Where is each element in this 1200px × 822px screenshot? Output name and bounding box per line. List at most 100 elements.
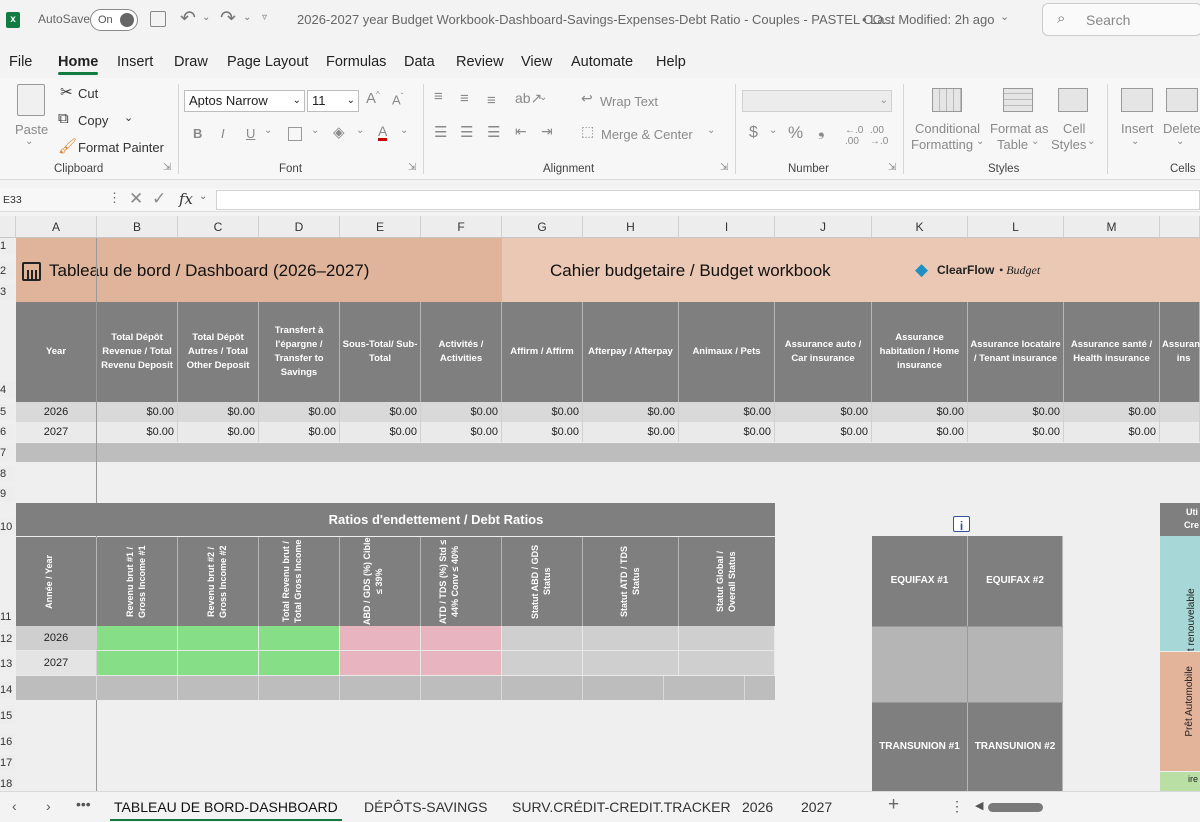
tab-home[interactable]: Home [58,54,99,75]
summary-value-cell[interactable]: $0.00 [502,402,583,422]
merge-dropdown-icon[interactable]: ⌄ [707,125,715,136]
debt-value-cell[interactable] [679,626,775,651]
row-header-17[interactable]: 17 [0,755,15,771]
summary-value-cell[interactable]: $0.00 [502,422,583,442]
column-header-j[interactable]: J [775,216,872,238]
align-top-icon[interactable]: ≡ [434,88,443,105]
decrease-indent-icon[interactable]: ⇤ [515,123,527,140]
row-header-3[interactable]: 3 [0,284,15,300]
orientation-dropdown-icon[interactable]: ⌄ [539,92,547,103]
cancel-icon[interactable]: ✕ [129,189,143,209]
row-header-5[interactable]: 5 [0,404,15,420]
hscroll-left-icon[interactable]: ◀ [975,799,983,812]
name-box[interactable]: E33 [0,188,100,212]
debt-value-cell[interactable] [421,651,502,676]
borders-icon[interactable] [288,127,302,141]
row-header-7[interactable]: 7 [0,445,15,461]
tab-automate[interactable]: Automate [571,54,633,70]
alignment-launcher-icon[interactable]: ⇲ [720,162,728,173]
debt-value-cell[interactable] [679,651,775,676]
summary-value-cell[interactable]: $0.00 [775,402,872,422]
debt-year-cell[interactable]: 2026 [16,626,97,651]
header-transfer-savings[interactable]: Transfert à l'épargne / Transfer to Savi… [259,302,340,402]
fill-color-dropdown-icon[interactable]: ⌄ [356,125,364,136]
debt-value-cell[interactable] [259,651,340,676]
font-family-select[interactable]: Aptos Narrow ⌄ [184,90,305,112]
summary-edge-cell[interactable] [1160,402,1200,422]
conditional-dropdown-icon[interactable]: ⌄ [976,136,984,147]
debt-value-cell[interactable] [502,626,583,651]
increase-decimal-icon[interactable]: ←.0.00 [845,125,863,147]
summary-value-cell[interactable]: $0.00 [178,422,259,442]
column-header-c[interactable]: C [178,216,259,238]
debt-header-overall-status[interactable]: Statut Global / Overall Status [679,537,775,626]
cell-styles-sub[interactable]: Styles [1051,137,1086,152]
row-header-14[interactable]: 14 [0,682,15,698]
column-header-h[interactable]: H [583,216,679,238]
paste-dropdown-icon[interactable]: ⌄ [25,136,33,147]
debt-header-gross-income-2[interactable]: Revenu brut #2 / Gross Income #2 [178,537,259,626]
autosave-toggle[interactable]: On [90,9,138,31]
row-header-12[interactable]: 12 [0,631,15,647]
number-launcher-icon[interactable]: ⇲ [888,162,896,173]
debt-value-cell[interactable] [178,626,259,651]
header-total-other-deposit[interactable]: Total Dépôt Autres / Total Other Deposit [178,302,259,402]
row-header-18[interactable]: 18 [0,776,15,791]
scroll-tabs-left-icon[interactable]: ‹ [12,798,17,814]
side-header-utilization[interactable]: Uti Cre [1160,503,1200,536]
decrease-decimal-icon[interactable]: .00 →.0 [870,125,888,147]
header-activities[interactable]: Activités / Activities [421,302,502,402]
column-header-n[interactable] [1160,216,1200,238]
debt-header-gds[interactable]: ABD / GDS (%) Cible ≤ 39% [340,537,421,626]
column-header-k[interactable]: K [872,216,968,238]
summary-value-cell[interactable]: $0.00 [1064,402,1160,422]
summary-value-cell[interactable]: $0.00 [1064,422,1160,442]
summary-value-cell[interactable]: $0.00 [259,422,340,442]
row-header-6[interactable]: 6 [0,424,15,440]
summary-year-cell[interactable]: 2026 [16,402,97,422]
row-header-1[interactable]: 1 [0,238,15,254]
paste-icon[interactable] [17,84,45,116]
add-sheet-icon[interactable]: + [888,794,899,816]
debt-value-cell[interactable] [421,626,502,651]
workbook-title-cell[interactable]: Cahier budgetaire / Budget workbook ◆ Cl… [502,238,1200,302]
column-header-a[interactable]: A [16,216,97,238]
summary-value-cell[interactable]: $0.00 [679,402,775,422]
row-header-4[interactable]: 4 [0,382,15,398]
font-color-dropdown-icon[interactable]: ⌄ [400,125,408,136]
italic-icon[interactable]: I [221,126,225,141]
side-auto-loan[interactable]: Prêt Automobile [1160,652,1200,771]
undo-icon[interactable]: ↶ [180,7,196,30]
decrease-font-icon[interactable]: Aˇ [392,92,403,107]
align-center-icon[interactable]: ☰ [460,123,473,141]
table-dropdown-icon[interactable]: ⌄ [1031,136,1039,147]
styles-dropdown-icon[interactable]: ⌄ [1087,136,1095,147]
debt-header-year[interactable]: Année / Year [16,537,97,626]
header-year[interactable]: Year [16,302,97,402]
save-icon[interactable] [150,11,166,27]
header-subtotal[interactable]: Sous-Total/ Sub-Total [340,302,421,402]
tab-draw[interactable]: Draw [174,54,208,70]
sheet-tab-dashboard[interactable]: TABLEAU DE BORD-DASHBOARD [110,799,342,821]
header-health-insurance[interactable]: Assurance santé / Health insurance [1064,302,1160,402]
summary-value-cell[interactable]: $0.00 [775,422,872,442]
sheet-tab-2027[interactable]: 2027 [801,799,832,815]
insert-cells-button[interactable]: Insert [1121,121,1154,136]
bold-icon[interactable]: B [193,126,202,141]
column-header-d[interactable]: D [259,216,340,238]
row-header-8[interactable]: 8 [0,466,15,482]
conditional-formatting-button[interactable]: Conditional [915,121,980,136]
debt-value-cell[interactable] [583,651,679,676]
fx-dropdown-icon[interactable]: ⌄ [199,191,207,202]
comma-icon[interactable]: ❟ [818,121,825,141]
column-header-f[interactable]: F [421,216,502,238]
enter-icon[interactable]: ✓ [152,189,166,209]
summary-value-cell[interactable]: $0.00 [97,402,178,422]
cell-styles-button[interactable]: Cell [1063,121,1085,136]
side-revolving-credit[interactable]: Crédit renouvelable [1160,536,1200,651]
column-header-i[interactable]: I [679,216,775,238]
column-header-g[interactable]: G [502,216,583,238]
summary-value-cell[interactable]: $0.00 [968,402,1064,422]
delete-cells-button[interactable]: Delete [1163,121,1200,136]
tab-file[interactable]: File [9,54,32,70]
